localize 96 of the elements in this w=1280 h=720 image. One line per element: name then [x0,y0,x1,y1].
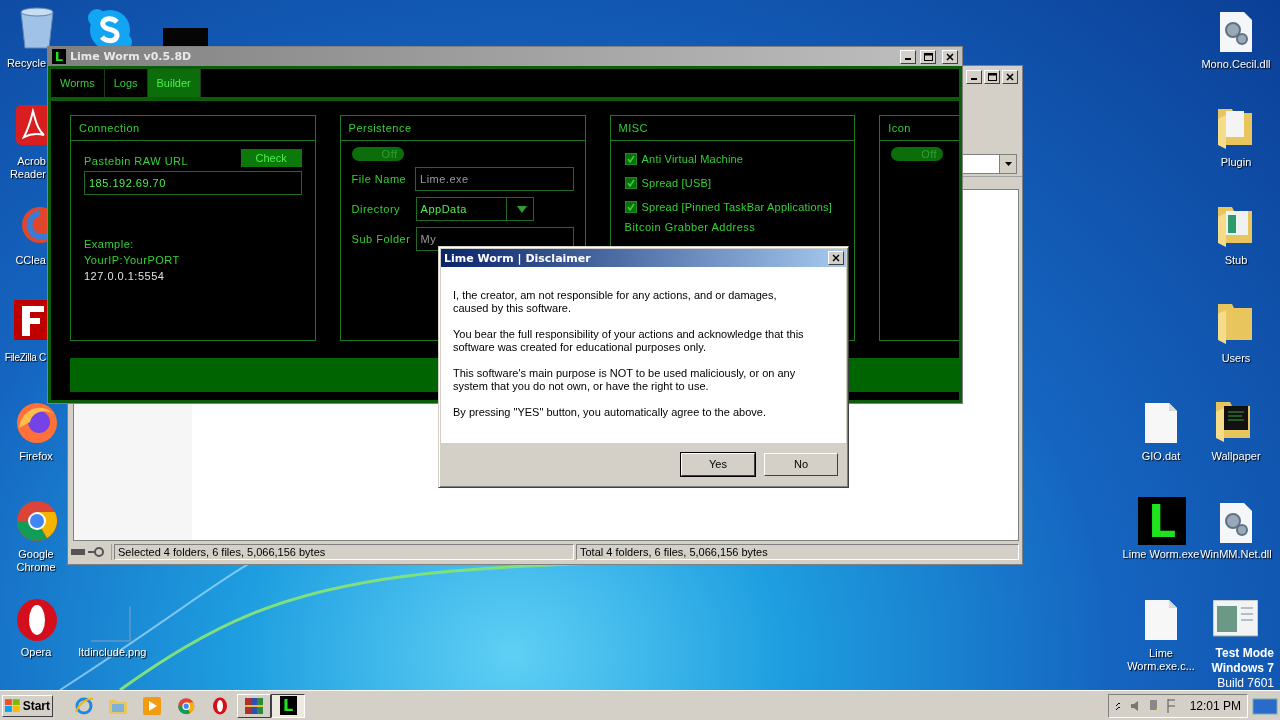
desktop-icon-label[interactable]: Firefox [6,450,66,463]
window-title: Lime Worm v0.5.8D [70,50,193,63]
desktop-icon-label[interactable]: Users [1200,352,1272,365]
checkbox-label: Anti Virtual Machine [641,153,744,165]
image-file-icon [90,605,132,643]
browser-icon [14,597,59,642]
disclaimer-text: By pressing "YES" button, you automatically agree to the above. [453,406,767,419]
maximize-button[interactable] [984,70,1000,84]
url-field[interactable]: 185.192.69.70 [84,171,302,195]
close-icon [1006,73,1014,81]
panel-title: Connection [79,122,140,134]
file-icon [1145,403,1177,443]
desktop-icon-label[interactable]: FileZilla C [0,351,46,364]
minimize-button[interactable] [966,70,982,84]
maximize-button[interactable] [920,49,936,64]
taskbar-button[interactable]: L [271,693,305,718]
desktop-icon-label[interactable]: Plugin [1200,156,1272,169]
checkbox[interactable] [624,201,637,213]
close-icon [946,52,954,61]
taskbar-button[interactable] [237,693,271,718]
field-label: Directory [351,203,402,215]
file-icon [1145,600,1177,640]
desktop-icon-label[interactable]: Recycle [0,57,46,70]
check-button[interactable]: Check [240,149,302,167]
desktop-icon-label[interactable]: ltdinclude.png [70,646,155,659]
field-label: Pastebin RAW URL [84,155,189,167]
clock[interactable]: 12:01 PM [1189,698,1241,713]
close-button[interactable] [942,49,958,64]
desktop-icon-label[interactable]: CClea [0,254,46,267]
archive-app-icon[interactable] [244,696,264,715]
speaker-icon[interactable] [1128,698,1139,713]
test-mode-notice: Windows 7 [1211,661,1274,676]
dialog-button[interactable]: No [764,452,838,476]
example-text: Example: [84,237,135,251]
close-button[interactable] [1002,70,1018,84]
gear-file-icon [1220,12,1252,52]
show-desktop-icon[interactable] [1252,695,1278,716]
checkbox-label: Spread [USB] [641,177,712,189]
disclaimer-text: You bear the full responsibility of your actions and acknowledge that this software was created for educational purposes only. [453,328,805,354]
browser-icon[interactable] [212,696,228,715]
example-text: 127.0.0.1:5554 [84,269,166,283]
checkbox-label: Spread [Pinned TaskBar Applications] [641,201,832,213]
checkbox[interactable] [624,153,637,165]
desktop-icon-label[interactable]: GIO.dat [1125,450,1197,463]
browser-icon [14,498,59,543]
panel-title: Icon [888,122,911,134]
window-image-icon [1213,600,1258,640]
disclaimer-text: This software's main purpose is NOT to be used maliciously, or on any system that you do not own, or have the right to use. [453,367,797,393]
field-label: Sub Folder [351,233,410,245]
browser-icon[interactable] [177,696,195,715]
desktop-icon-label[interactable]: Lime Worm.exe.c... [1116,647,1206,673]
drive-icon [71,549,85,555]
test-mode-notice: Build 7601 [1217,676,1274,691]
panel-title: MISC [618,122,649,134]
browser-icon [14,400,59,445]
checkbox[interactable] [624,177,637,189]
field-label: File Name [351,173,408,185]
close-icon [832,254,840,262]
desktop-icon-label[interactable]: Google Chrome [6,548,66,574]
gear-file-icon [1220,503,1252,543]
app-icon: L [1138,497,1186,545]
start-button[interactable]: Start [2,694,53,717]
maximize-icon [923,52,933,61]
caret-icon [516,205,527,213]
flag-icon[interactable] [1166,697,1175,714]
desktop-icon-label[interactable]: Acrob Reader [0,155,46,181]
four-squares-icon [5,698,21,713]
desktop-icon-label[interactable]: Wallpaper [1198,450,1274,463]
desktop-icon-label[interactable]: Lime Worm.exe [1122,548,1200,561]
disclaimer-text: I, the creator, am not responsible for any actions, and or damages, caused by this software. [453,289,778,315]
close-button[interactable] [828,251,844,265]
directory-dropdown[interactable]: AppData [415,197,534,221]
dialog-button[interactable]: Yes [681,452,755,476]
desktop-icon-label[interactable]: Stub [1200,254,1272,267]
app-icon[interactable]: L [279,696,297,715]
dropdown-field[interactable] [961,154,1017,174]
pdf-app-icon [14,105,50,147]
minimize-button[interactable] [900,49,916,64]
tab[interactable]: Builder [147,69,201,97]
maximize-icon [987,73,997,81]
panel-title: Persistence [348,122,412,134]
recycle-bin-icon [18,6,56,50]
desktop-icon-label[interactable]: Mono.Cecil.dll [1194,58,1278,71]
key-icon [88,547,104,557]
app-icon [163,28,208,46]
status-text: Selected 4 folders, 6 files, 5,066,156 bytes [114,544,574,560]
caret-icon [1004,162,1012,166]
ftp-app-icon [14,300,50,342]
test-mode-notice: Test Mode [1215,646,1274,661]
field-label: Bitcoin Grabber Address [624,221,757,233]
example-text: YourIP:YourPORT [84,253,181,267]
status-text: Total 4 folders, 6 files, 5,066,156 bytes [576,544,1019,560]
dialog-title: Lime Worm | Disclaimer [444,251,591,265]
desktop-icon-label[interactable]: Opera [0,646,72,659]
app-icon: L [52,49,66,64]
file-name-field[interactable]: Lime.exe [415,167,574,191]
